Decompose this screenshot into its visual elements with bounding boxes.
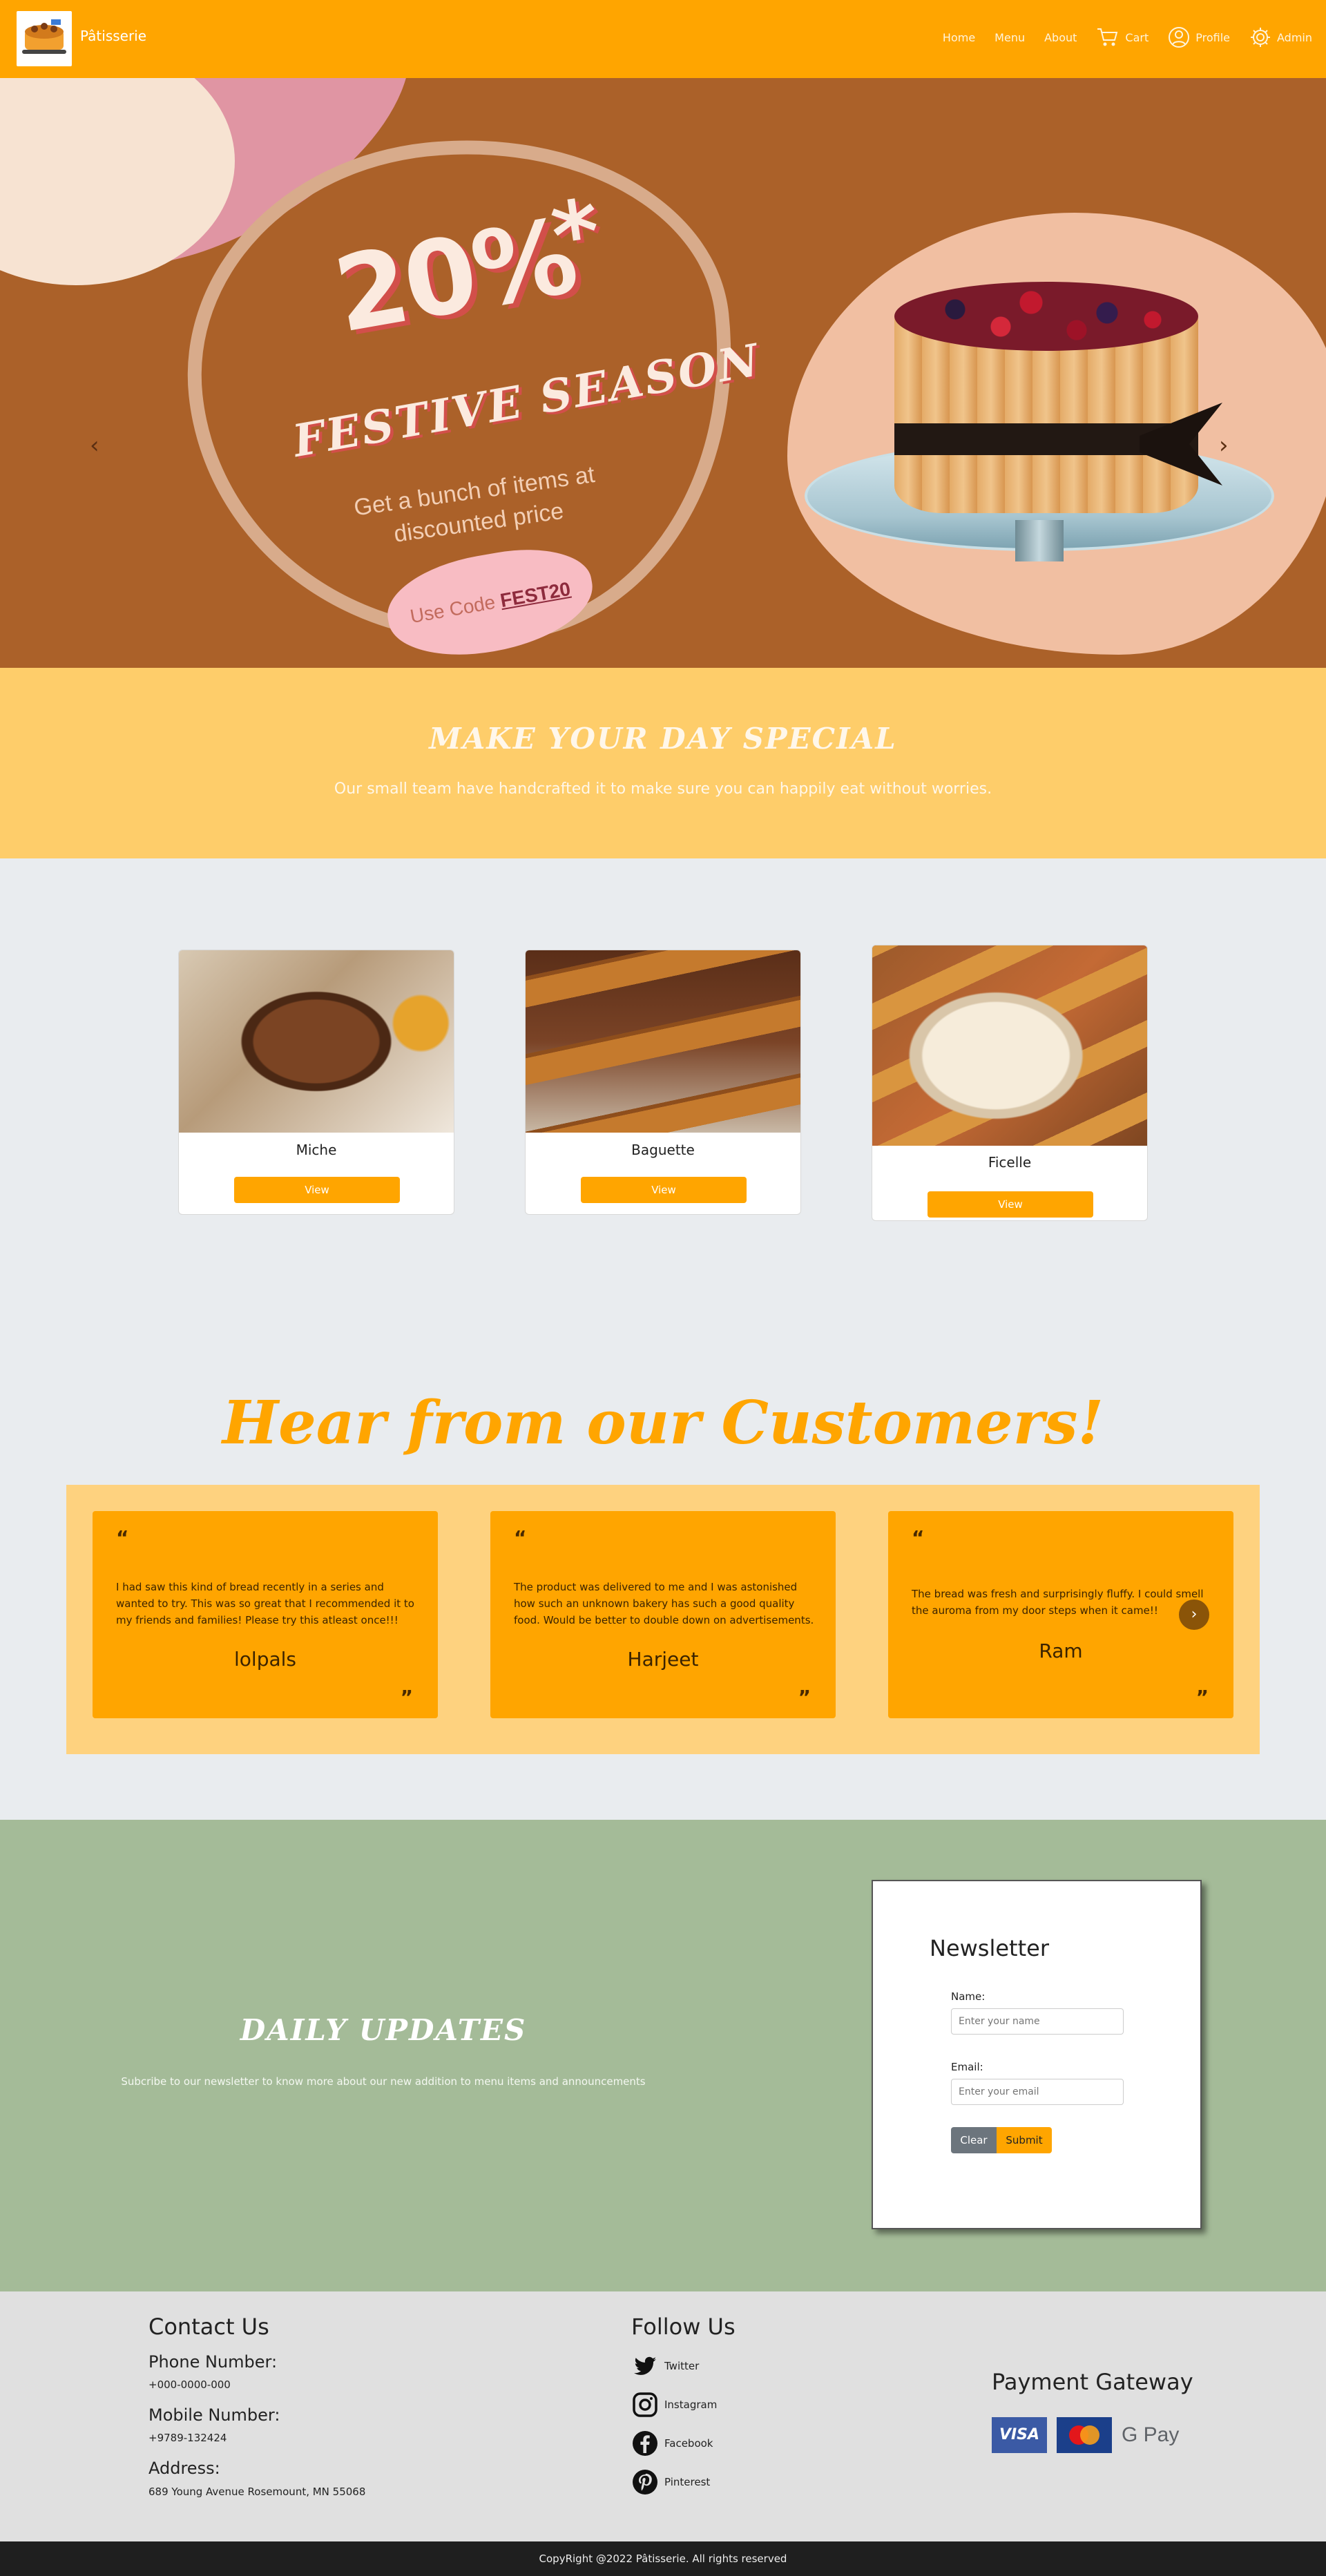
nav-home[interactable]: Home <box>943 31 975 44</box>
twitter-icon <box>634 2356 656 2375</box>
nav-admin[interactable]: Admin <box>1249 26 1312 48</box>
view-button[interactable]: View <box>581 1177 747 1203</box>
payment-methods: VISA G Pay <box>992 2417 1179 2453</box>
promo-code: FEST20 <box>498 577 573 612</box>
nav-profile[interactable]: Profile <box>1168 26 1230 48</box>
testimonial-text: I had saw this kind of bread recently in… <box>116 1581 414 1626</box>
pinterest-icon <box>633 2470 657 2495</box>
cake-image <box>1015 520 1064 561</box>
nav-cart-label: Cart <box>1125 30 1149 44</box>
testimonial-author: Harjeet <box>627 1648 699 1671</box>
mobile-label: Mobile Number: <box>148 2405 280 2425</box>
updates-title: DAILY UPDATES <box>240 2013 527 2047</box>
address-label: Address: <box>148 2459 220 2478</box>
nav-menu[interactable]: Menu <box>995 31 1025 44</box>
social-instagram[interactable]: Instagram <box>631 2391 717 2419</box>
testimonial-text: The product was delivered to me and I wa… <box>514 1581 814 1626</box>
email-input[interactable] <box>951 2079 1124 2105</box>
clear-button[interactable]: Clear <box>951 2127 997 2153</box>
social-twitter[interactable]: Twitter <box>631 2352 699 2380</box>
updates-section: DAILY UPDATES Subcribe to our newsletter… <box>0 1820 1326 2291</box>
user-circle-icon <box>1169 27 1190 48</box>
hero-decoration <box>0 78 235 285</box>
cake-image <box>894 282 1198 351</box>
submit-button[interactable]: Submit <box>997 2127 1052 2153</box>
follow-title: Follow Us <box>631 2314 736 2340</box>
gear-icon <box>1251 28 1270 47</box>
copyright: CopyRight @2022 Pâtisserie. All rights r… <box>0 2541 1326 2576</box>
mobile-value: +9789-132424 <box>148 2432 227 2444</box>
instagram-icon <box>633 2392 657 2417</box>
testimonials-heading: Hear from our Customers! <box>222 1388 1104 1458</box>
pastry-logo-icon <box>22 19 66 54</box>
open-quote-icon: “ <box>912 1526 925 1549</box>
payment-title: Payment Gateway <box>992 2369 1193 2395</box>
testimonial-author: Ram <box>1039 1640 1083 1662</box>
contact-title: Contact Us <box>148 2314 269 2340</box>
close-quote-icon: ” <box>798 1686 811 1709</box>
social-label: Instagram <box>664 2399 718 2411</box>
name-label: Name: <box>951 1990 986 2003</box>
brand-name[interactable]: Pâtisserie <box>80 28 146 44</box>
name-input[interactable] <box>951 2008 1124 2035</box>
testimonials-next-button[interactable]: › <box>1179 1599 1209 1630</box>
newsletter-card: Newsletter Name: Email: Clear Submit <box>872 1880 1202 2229</box>
social-label: Pinterest <box>664 2476 711 2488</box>
product-card: Ficelle View <box>872 945 1148 1221</box>
social-facebook[interactable]: Facebook <box>631 2430 713 2457</box>
social-label: Facebook <box>664 2437 713 2450</box>
promo-code-prefix: Use Code <box>408 591 497 628</box>
product-name: Ficelle <box>988 1154 1032 1171</box>
footer: Contact Us Phone Number: +000-0000-000 M… <box>0 2291 1326 2541</box>
logo[interactable] <box>17 11 72 66</box>
social-label: Twitter <box>664 2360 700 2372</box>
testimonial-text: The bread was fresh and surprisingly flu… <box>912 1588 1204 1617</box>
facebook-icon <box>633 2431 657 2456</box>
social-pinterest[interactable]: Pinterest <box>631 2468 710 2496</box>
carousel-next-button[interactable]: › <box>1219 434 1240 457</box>
phone-value: +000-0000-000 <box>148 2378 231 2391</box>
view-button[interactable]: View <box>928 1191 1093 1218</box>
mastercard-logo <box>1057 2417 1112 2453</box>
cart-icon <box>1097 28 1118 46</box>
product-image <box>872 945 1147 1146</box>
open-quote-icon: “ <box>514 1526 527 1549</box>
product-name: Miche <box>296 1142 337 1158</box>
close-quote-icon: ” <box>400 1686 413 1709</box>
testimonial-card: “ The product was delivered to me and I … <box>490 1511 836 1718</box>
special-banner: MAKE YOUR DAY SPECIAL Our small team hav… <box>0 668 1326 858</box>
hero-carousel: 20% * FESTIVE SEASON Get a bunch of item… <box>0 78 1326 668</box>
product-card: Baguette View <box>525 950 801 1215</box>
testimonial-author: lolpals <box>234 1648 296 1671</box>
email-label: Email: <box>951 2061 983 2073</box>
nav-cart[interactable]: Cart <box>1096 27 1149 48</box>
updates-subtitle: Subcribe to our newsletter to know more … <box>121 2075 646 2088</box>
visa-logo: VISA <box>992 2417 1047 2453</box>
product-card: Miche View <box>178 950 454 1215</box>
nav-profile-label: Profile <box>1195 30 1230 44</box>
special-title: MAKE YOUR DAY SPECIAL <box>429 722 897 756</box>
carousel-prev-button[interactable]: ‹ <box>90 434 110 457</box>
view-button[interactable]: View <box>234 1177 400 1203</box>
newsletter-title: Newsletter <box>930 1935 1049 1961</box>
phone-label: Phone Number: <box>148 2352 278 2372</box>
close-quote-icon: ” <box>1195 1686 1209 1709</box>
nav-links: Home Menu About Cart Profile Admin <box>943 26 1312 48</box>
open-quote-icon: “ <box>116 1526 129 1549</box>
navbar: Pâtisserie Home Menu About Cart Profile … <box>0 0 1326 78</box>
product-image <box>179 950 454 1133</box>
testimonial-card: “ I had saw this kind of bread recently … <box>93 1511 438 1718</box>
product-name: Baguette <box>631 1142 695 1158</box>
address-value: 689 Young Avenue Rosemount, MN 55068 <box>148 2486 366 2498</box>
nav-about[interactable]: About <box>1044 31 1077 44</box>
gpay-logo: G Pay <box>1122 2423 1180 2446</box>
special-subtitle: Our small team have handcrafted it to ma… <box>334 780 992 798</box>
product-image <box>526 950 800 1133</box>
nav-admin-label: Admin <box>1277 30 1312 44</box>
